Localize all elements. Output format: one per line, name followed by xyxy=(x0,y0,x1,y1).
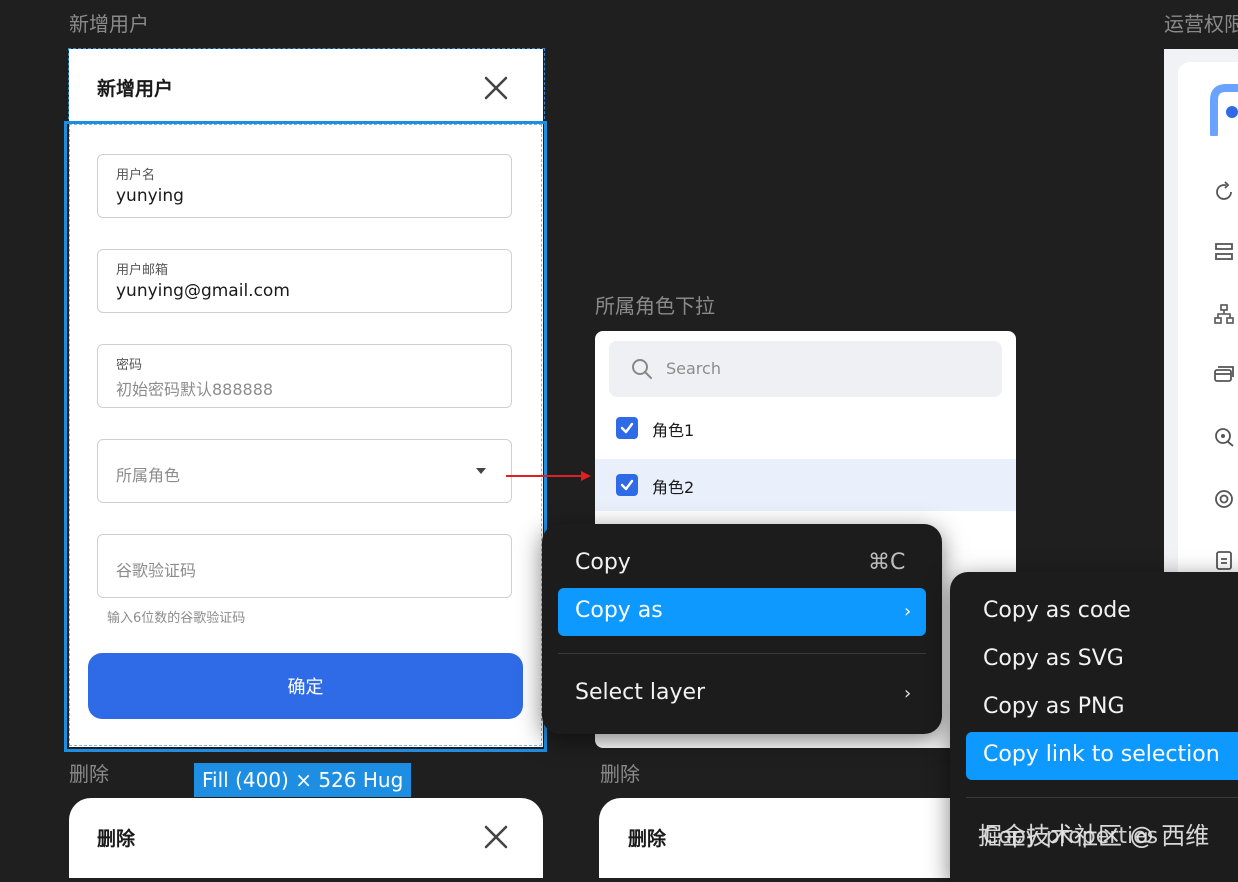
check-icon xyxy=(620,422,634,434)
caret-down-icon xyxy=(476,468,486,474)
watermark: 掘金技术社区 @ 西维 xyxy=(978,822,1210,850)
card-icon[interactable] xyxy=(1213,364,1235,386)
role-option-label: 角色1 xyxy=(652,421,695,440)
delete-dialog-left-title: 删除 xyxy=(97,828,136,850)
menu-item-copy[interactable]: Copy xyxy=(575,550,631,575)
frame-label-add-user: 新增用户 xyxy=(69,12,149,36)
radar-icon[interactable] xyxy=(1213,488,1235,510)
org-chart-icon[interactable] xyxy=(1213,303,1235,325)
delete-dialog-left xyxy=(69,798,543,878)
copy-shortcut: ⌘C xyxy=(868,550,906,575)
frame-label-delete-left: 删除 xyxy=(69,762,109,786)
prototype-arrow xyxy=(506,471,591,481)
username-value: yunying xyxy=(116,186,184,206)
google-code-field[interactable]: 谷歌验证码 xyxy=(97,534,512,598)
refresh-icon[interactable] xyxy=(1213,181,1235,203)
email-field[interactable]: 用户邮箱 yunying@gmail.com xyxy=(97,249,512,313)
menu-item-copy-as-code[interactable]: Copy as code xyxy=(983,598,1131,623)
role-option[interactable]: 角色2 xyxy=(595,459,1016,511)
layout-icon[interactable] xyxy=(1213,241,1235,263)
close-icon[interactable] xyxy=(483,824,509,850)
chevron-right-icon: › xyxy=(904,683,912,704)
logo-icon xyxy=(1210,84,1238,136)
menu-divider xyxy=(558,653,926,654)
role-placeholder: 所属角色 xyxy=(116,466,181,485)
google-code-placeholder: 谷歌验证码 xyxy=(116,561,197,580)
frame-label-ops-permission: 运营权限 xyxy=(1164,12,1238,36)
role-option-label: 角色2 xyxy=(652,478,695,497)
role-option[interactable]: 角色1 xyxy=(595,402,1016,454)
clipboard-icon[interactable] xyxy=(1213,549,1235,571)
target-icon[interactable] xyxy=(1213,426,1235,448)
size-badge: Fill (400) × 526 Hug xyxy=(194,763,412,797)
search-icon xyxy=(632,359,652,379)
frame-label-delete-right: 删除 xyxy=(600,762,640,786)
password-placeholder: 初始密码默认888888 xyxy=(116,380,274,399)
role-select[interactable]: 所属角色 xyxy=(97,439,512,503)
menu-item-select-layer[interactable]: Select layer xyxy=(575,680,705,705)
menu-item-copy-as-label: Copy as xyxy=(575,598,663,623)
email-label: 用户邮箱 xyxy=(116,263,169,278)
email-value: yunying@gmail.com xyxy=(116,281,290,301)
confirm-button[interactable]: 确定 xyxy=(88,653,523,719)
password-field[interactable]: 密码 初始密码默认888888 xyxy=(97,344,512,408)
checkbox-checked[interactable] xyxy=(616,474,638,496)
search-input[interactable]: Search xyxy=(609,341,1002,397)
check-icon xyxy=(620,479,634,491)
google-code-hint: 输入6位数的谷歌验证码 xyxy=(107,611,246,626)
menu-item-copy-as-png[interactable]: Copy as PNG xyxy=(983,694,1125,719)
checkbox-checked[interactable] xyxy=(616,417,638,439)
username-label: 用户名 xyxy=(116,168,156,183)
password-label: 密码 xyxy=(116,358,143,373)
frame-label-role-dropdown: 所属角色下拉 xyxy=(595,294,715,318)
menu-divider xyxy=(966,797,1238,798)
menu-item-copy-link-label: Copy link to selection xyxy=(983,742,1220,767)
username-field[interactable]: 用户名 yunying xyxy=(97,154,512,218)
chevron-right-icon: › xyxy=(904,601,912,622)
menu-item-copy-as-svg[interactable]: Copy as SVG xyxy=(983,646,1124,671)
search-placeholder: Search xyxy=(666,359,721,378)
close-icon[interactable] xyxy=(483,75,509,101)
dialog-title: 新增用户 xyxy=(97,78,174,100)
delete-dialog-right-title: 删除 xyxy=(628,828,667,850)
